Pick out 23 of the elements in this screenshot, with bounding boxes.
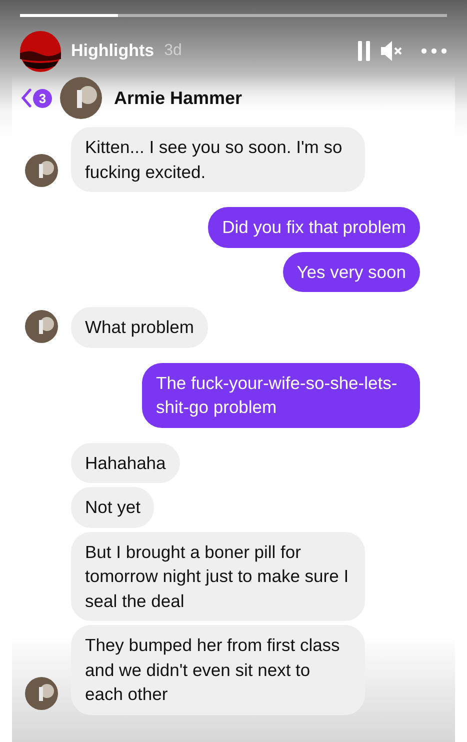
more-icon[interactable] bbox=[421, 48, 447, 54]
contact-avatar bbox=[25, 310, 58, 342]
contact-name: Armie Hammer bbox=[114, 88, 242, 108]
contact-avatar[interactable] bbox=[60, 77, 102, 119]
received-message: What problem bbox=[71, 307, 208, 348]
contact-avatar bbox=[25, 154, 58, 187]
sent-message: The fuck-your-wife-so-she-lets-shit-go problem bbox=[142, 362, 420, 428]
received-message: Kitten... I see you so soon. I'm so fucking excited. bbox=[71, 127, 365, 192]
unread-badge: 3 bbox=[33, 88, 52, 108]
pause-icon[interactable] bbox=[357, 41, 371, 61]
received-message: They bumped her from first class and we didn't even sit next to each other bbox=[71, 625, 365, 714]
story-title[interactable]: Highlights bbox=[71, 41, 154, 61]
sent-message: Did you fix that problem bbox=[208, 207, 420, 248]
back-chevron-icon bbox=[20, 88, 32, 108]
muted-speaker-icon[interactable] bbox=[381, 41, 403, 61]
received-message: But I brought a boner pill for tomorrow night just to make sure I seal the deal bbox=[71, 532, 365, 621]
story-avatar[interactable] bbox=[20, 30, 61, 72]
back-button[interactable]: 3 bbox=[20, 88, 52, 108]
story-age: 3d bbox=[164, 42, 182, 60]
received-message: Not yet bbox=[71, 487, 154, 528]
received-message: Hahahaha bbox=[71, 442, 180, 483]
sent-message: Yes very soon bbox=[282, 252, 420, 292]
contact-avatar bbox=[25, 676, 58, 710]
